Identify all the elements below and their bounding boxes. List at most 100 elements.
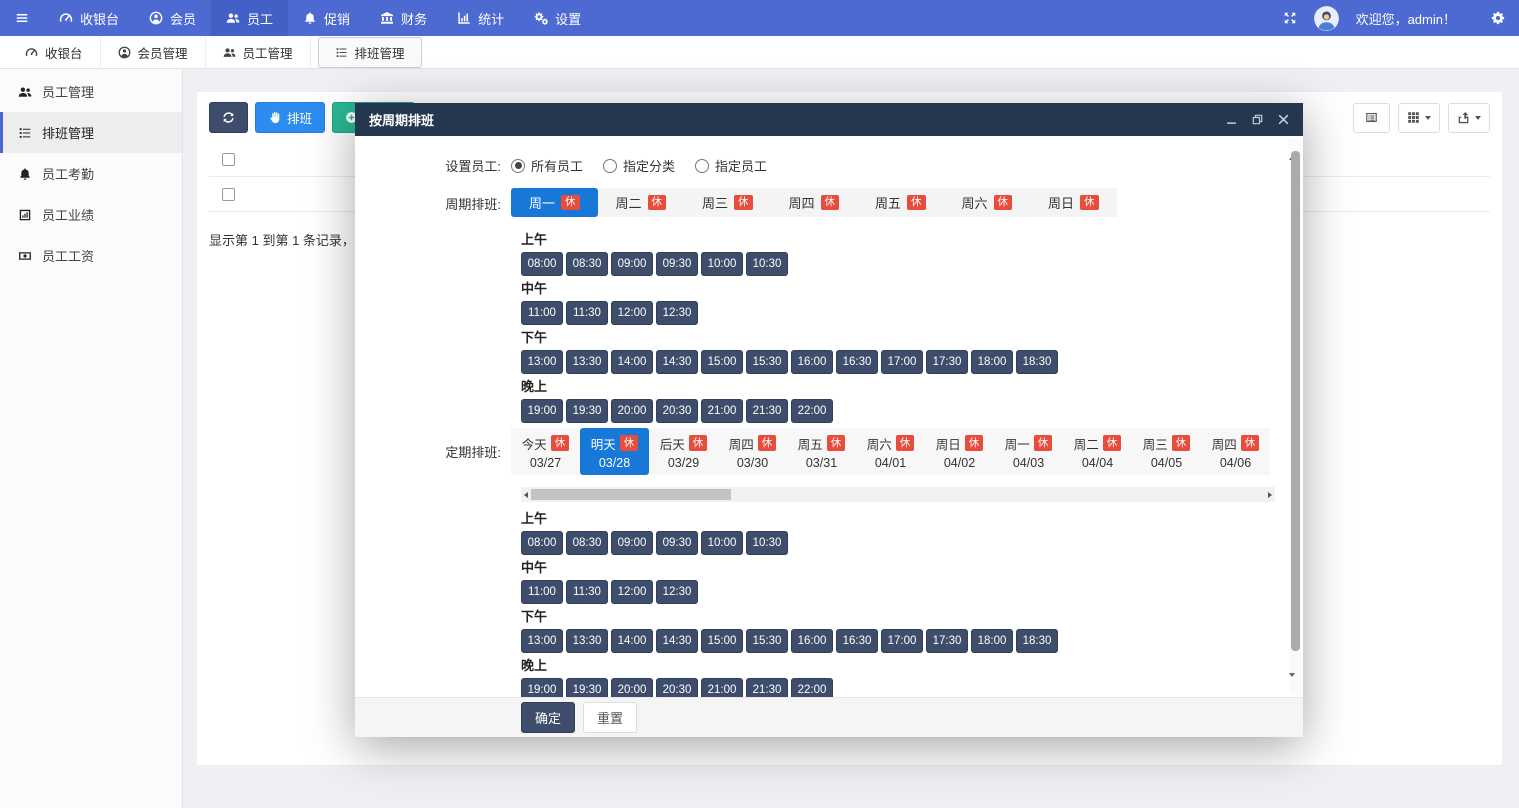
time-slot-button[interactable]: 12:00 <box>611 580 653 604</box>
time-slot-button[interactable]: 12:00 <box>611 301 653 325</box>
sidebar-item-3[interactable]: 员工业绩 <box>0 194 182 235</box>
time-slot-button[interactable]: 16:30 <box>836 629 878 653</box>
week-tab[interactable]: 周五休 <box>857 188 944 217</box>
time-slot-button[interactable]: 17:30 <box>926 350 968 374</box>
time-slot-button[interactable]: 13:30 <box>566 350 608 374</box>
vertical-scroll-thumb[interactable] <box>1291 151 1300 651</box>
nav-item-users[interactable]: 员工 <box>211 0 288 36</box>
time-slot-button[interactable]: 16:00 <box>791 629 833 653</box>
time-slot-button[interactable]: 08:30 <box>566 531 608 555</box>
time-slot-button[interactable]: 21:00 <box>701 678 743 697</box>
date-tab[interactable]: 周四休03/30 <box>718 428 787 475</box>
time-slot-button[interactable]: 13:00 <box>521 629 563 653</box>
minimize-icon[interactable] <box>1226 114 1237 125</box>
nav-item-tachometer[interactable]: 收银台 <box>44 0 134 36</box>
tab-0[interactable]: 收银台 <box>8 37 101 68</box>
time-slot-button[interactable]: 17:00 <box>881 350 923 374</box>
time-slot-button[interactable]: 15:30 <box>746 350 788 374</box>
week-tab[interactable]: 周二休 <box>598 188 685 217</box>
time-slot-button[interactable]: 19:30 <box>566 678 608 697</box>
time-slot-button[interactable]: 15:00 <box>701 350 743 374</box>
time-slot-button[interactable]: 12:30 <box>656 580 698 604</box>
time-slot-button[interactable]: 17:30 <box>926 629 968 653</box>
time-slot-button[interactable]: 12:30 <box>656 301 698 325</box>
week-tab[interactable]: 周四休 <box>771 188 858 217</box>
date-tab[interactable]: 周三休04/05 <box>1132 428 1201 475</box>
date-tab[interactable]: 后天休03/29 <box>649 428 718 475</box>
time-slot-button[interactable]: 09:30 <box>656 531 698 555</box>
date-tab[interactable]: 今天休03/27 <box>511 428 580 475</box>
time-slot-button[interactable]: 10:30 <box>746 252 788 276</box>
time-slot-button[interactable]: 15:00 <box>701 629 743 653</box>
time-slot-button[interactable]: 11:30 <box>566 580 608 604</box>
staff-option[interactable]: 指定员工 <box>695 156 767 175</box>
nav-item-bank[interactable]: 财务 <box>365 0 442 36</box>
time-slot-button[interactable]: 10:00 <box>701 531 743 555</box>
time-slot-button[interactable]: 19:30 <box>566 399 608 423</box>
time-slot-button[interactable]: 09:30 <box>656 252 698 276</box>
time-slot-button[interactable]: 08:00 <box>521 252 563 276</box>
week-tab[interactable]: 周一休 <box>511 188 598 217</box>
select-all-checkbox[interactable] <box>222 153 235 166</box>
date-tab[interactable]: 周六休04/01 <box>856 428 925 475</box>
scroll-left-icon[interactable] <box>524 492 528 498</box>
time-slot-button[interactable]: 16:30 <box>836 350 878 374</box>
date-tab[interactable]: 周一休04/03 <box>994 428 1063 475</box>
week-tab[interactable]: 周三休 <box>684 188 771 217</box>
time-slot-button[interactable]: 19:00 <box>521 678 563 697</box>
gear-icon[interactable] <box>1491 11 1505 25</box>
date-tab[interactable]: 周四休04/06 <box>1201 428 1270 475</box>
time-slot-button[interactable]: 13:00 <box>521 350 563 374</box>
confirm-button[interactable]: 确定 <box>521 702 575 733</box>
date-tab[interactable]: 周日休04/02 <box>925 428 994 475</box>
tab-3[interactable]: 排班管理 <box>318 37 422 68</box>
toggle-view-button[interactable] <box>1353 103 1390 133</box>
staff-option[interactable]: 指定分类 <box>603 156 675 175</box>
vertical-scrollbar[interactable] <box>1289 138 1301 695</box>
nav-item-chart[interactable]: 统计 <box>442 0 519 36</box>
time-slot-button[interactable]: 09:00 <box>611 531 653 555</box>
time-slot-button[interactable]: 08:00 <box>521 531 563 555</box>
close-icon[interactable] <box>1278 114 1289 125</box>
time-slot-button[interactable]: 11:30 <box>566 301 608 325</box>
time-slot-button[interactable]: 14:30 <box>656 629 698 653</box>
time-slot-button[interactable]: 11:00 <box>521 580 563 604</box>
columns-button[interactable] <box>1398 103 1440 133</box>
staff-option[interactable]: 所有员工 <box>511 156 583 175</box>
modal-header[interactable]: 按周期排班 <box>355 103 1303 136</box>
nav-item-cogs[interactable]: 设置 <box>519 0 596 36</box>
time-slot-button[interactable]: 18:30 <box>1016 629 1058 653</box>
time-slot-button[interactable]: 09:00 <box>611 252 653 276</box>
tab-2[interactable]: 员工管理 <box>206 37 311 68</box>
scroll-down-icon[interactable] <box>1289 677 1301 692</box>
date-tab[interactable]: 明天休03/28 <box>580 428 649 475</box>
time-slot-button[interactable]: 18:00 <box>971 629 1013 653</box>
time-slot-button[interactable]: 18:00 <box>971 350 1013 374</box>
time-slot-button[interactable]: 10:00 <box>701 252 743 276</box>
time-slot-button[interactable]: 20:00 <box>611 678 653 697</box>
time-slot-button[interactable]: 19:00 <box>521 399 563 423</box>
time-slot-button[interactable]: 21:30 <box>746 399 788 423</box>
avatar[interactable] <box>1314 6 1339 31</box>
horizontal-scrollbar[interactable] <box>521 487 1275 502</box>
date-tab[interactable]: 周二休04/04 <box>1063 428 1132 475</box>
time-slot-button[interactable]: 20:30 <box>656 399 698 423</box>
time-slot-button[interactable]: 20:00 <box>611 399 653 423</box>
time-slot-button[interactable]: 18:30 <box>1016 350 1058 374</box>
nav-item-bell[interactable]: 促销 <box>288 0 365 36</box>
time-slot-button[interactable]: 17:00 <box>881 629 923 653</box>
time-slot-button[interactable]: 14:00 <box>611 629 653 653</box>
time-slot-button[interactable]: 16:00 <box>791 350 833 374</box>
maximize-icon[interactable] <box>1252 114 1263 125</box>
sidebar-item-2[interactable]: 员工考勤 <box>0 153 182 194</box>
sidebar-item-4[interactable]: 员工工资 <box>0 235 182 276</box>
menu-toggle-button[interactable] <box>0 0 44 36</box>
date-tab[interactable]: 周五休03/31 <box>787 428 856 475</box>
horizontal-scroll-thumb[interactable] <box>531 489 731 500</box>
scroll-right-icon[interactable] <box>1268 492 1272 498</box>
time-slot-button[interactable]: 22:00 <box>791 678 833 697</box>
tab-1[interactable]: 会员管理 <box>101 37 206 68</box>
time-slot-button[interactable]: 10:30 <box>746 531 788 555</box>
time-slot-button[interactable]: 20:30 <box>656 678 698 697</box>
time-slot-button[interactable]: 14:30 <box>656 350 698 374</box>
